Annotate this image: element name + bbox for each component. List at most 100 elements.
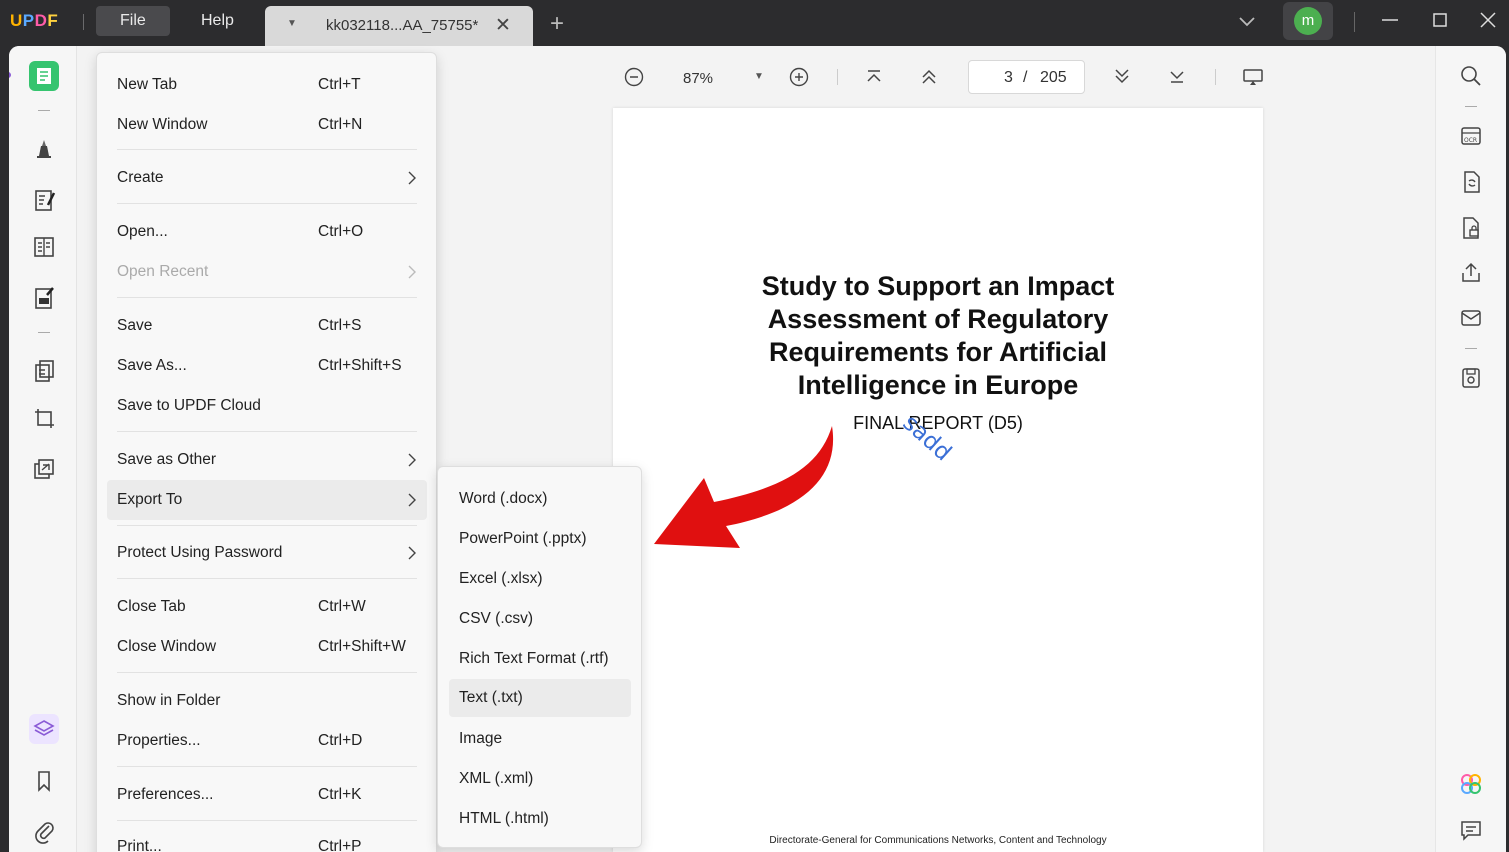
menu-item-save-to-cloud[interactable]: Save to UPDF Cloud bbox=[107, 386, 427, 426]
menu-item-label: New Tab bbox=[117, 76, 178, 93]
ai-assistant-icon[interactable] bbox=[1459, 772, 1483, 796]
menu-item-open[interactable]: Open... Ctrl+O bbox=[107, 212, 427, 252]
menu-item-show-in-folder[interactable]: Show in Folder bbox=[107, 681, 427, 721]
comment-icon[interactable] bbox=[1459, 818, 1483, 842]
menu-item-close-window[interactable]: Close Window Ctrl+Shift+W bbox=[107, 627, 427, 667]
menu-item-shortcut: Ctrl+O bbox=[318, 223, 364, 240]
form-icon[interactable] bbox=[29, 232, 59, 262]
menu-help[interactable]: Help bbox=[177, 6, 258, 36]
account-button[interactable]: m bbox=[1283, 2, 1333, 40]
menu-item-label: Print... bbox=[117, 838, 162, 852]
chevron-right-icon bbox=[408, 493, 416, 507]
menu-item-label: Open Recent bbox=[117, 263, 209, 280]
right-sidebar: OCR bbox=[1435, 46, 1506, 852]
slideshow-icon[interactable] bbox=[1242, 66, 1264, 88]
search-icon[interactable] bbox=[1459, 64, 1483, 88]
export-option-label: PowerPoint (.pptx) bbox=[459, 530, 587, 547]
new-tab-icon[interactable]: + bbox=[550, 10, 564, 38]
export-rtf[interactable]: Rich Text Format (.rtf) bbox=[449, 640, 631, 678]
menu-item-new-window[interactable]: New Window Ctrl+N bbox=[107, 105, 427, 145]
menu-item-close-tab[interactable]: Close Tab Ctrl+W bbox=[107, 587, 427, 627]
previous-page-icon[interactable] bbox=[918, 66, 940, 88]
menu-separator bbox=[117, 525, 417, 526]
chevron-down-icon[interactable] bbox=[1237, 11, 1257, 31]
next-page-icon[interactable] bbox=[1111, 65, 1133, 87]
export-word[interactable]: Word (.docx) bbox=[449, 480, 631, 518]
menu-item-shortcut: Ctrl+Shift+S bbox=[318, 357, 402, 374]
export-option-label: HTML (.html) bbox=[459, 810, 549, 827]
export-submenu: Word (.docx) PowerPoint (.pptx) Excel (.… bbox=[437, 466, 642, 848]
ocr-icon[interactable]: OCR bbox=[1459, 124, 1483, 148]
menu-file[interactable]: File bbox=[96, 6, 170, 36]
zoom-dropdown-icon[interactable]: ▼ bbox=[754, 71, 764, 82]
title-line: Intelligence in Europe bbox=[797, 370, 1079, 400]
pages-icon[interactable] bbox=[29, 356, 59, 386]
document-footer: Directorate-General for Communications N… bbox=[769, 835, 1107, 846]
menu-item-shortcut: Ctrl+P bbox=[318, 838, 362, 852]
edit-text-icon[interactable] bbox=[29, 185, 59, 215]
page-number-field[interactable]: 3 / 205 bbox=[968, 60, 1085, 94]
bookmark-icon[interactable] bbox=[29, 766, 59, 796]
tab-dropdown-icon[interactable]: ▼ bbox=[287, 18, 297, 29]
protect-icon[interactable] bbox=[1459, 216, 1483, 240]
export-option-label: Image bbox=[459, 730, 503, 747]
attachment-icon[interactable] bbox=[29, 816, 59, 846]
zoom-in-icon[interactable] bbox=[788, 66, 810, 88]
export-option-label: XML (.xml) bbox=[459, 770, 534, 787]
menu-separator bbox=[117, 672, 417, 673]
menu-item-open-recent[interactable]: Open Recent bbox=[107, 252, 427, 292]
menu-item-properties[interactable]: Properties... Ctrl+D bbox=[107, 721, 427, 761]
menu-item-save-as-other[interactable]: Save as Other bbox=[107, 440, 427, 480]
chevron-right-icon bbox=[408, 265, 416, 279]
mail-icon[interactable] bbox=[1459, 306, 1483, 330]
title-bar: UPDF File Help ▼ kk032118...AA_75755* ✕ … bbox=[0, 0, 1509, 46]
menu-separator bbox=[117, 820, 417, 821]
layers-icon[interactable] bbox=[29, 714, 59, 744]
file-menu: New Tab Ctrl+T New Window Ctrl+N Create Op… bbox=[96, 52, 437, 852]
menu-item-protect-password[interactable]: Protect Using Password bbox=[107, 533, 427, 573]
last-page-icon[interactable] bbox=[1166, 65, 1188, 87]
zoom-level[interactable]: 87% bbox=[683, 70, 713, 87]
menu-item-export-to[interactable]: Export To bbox=[107, 480, 427, 520]
zoom-out-icon[interactable] bbox=[623, 66, 645, 88]
menu-item-print[interactable]: Print... Ctrl+P bbox=[107, 827, 427, 852]
crop-icon[interactable] bbox=[29, 403, 59, 433]
convert-icon[interactable] bbox=[1459, 170, 1483, 194]
title-line: Assessment of Regulatory bbox=[767, 304, 1109, 334]
first-page-icon[interactable] bbox=[863, 66, 885, 88]
menu-item-shortcut: Ctrl+K bbox=[318, 786, 362, 803]
export-powerpoint[interactable]: PowerPoint (.pptx) bbox=[449, 520, 631, 558]
divider bbox=[1465, 106, 1477, 107]
export-image[interactable]: Image bbox=[449, 720, 631, 758]
menu-item-label: Close Window bbox=[117, 638, 217, 655]
menu-item-label: Save to UPDF Cloud bbox=[117, 397, 261, 414]
highlighter-icon[interactable] bbox=[29, 134, 59, 164]
export-html[interactable]: HTML (.html) bbox=[449, 800, 631, 838]
tab-close-icon[interactable]: ✕ bbox=[495, 14, 511, 37]
current-page[interactable]: 3 bbox=[1004, 69, 1013, 87]
menu-item-preferences[interactable]: Preferences... Ctrl+K bbox=[107, 775, 427, 815]
menu-item-save-as[interactable]: Save As... Ctrl+Shift+S bbox=[107, 346, 427, 386]
document-tab[interactable]: ▼ kk032118...AA_75755* ✕ bbox=[265, 6, 533, 46]
export-excel[interactable]: Excel (.xlsx) bbox=[449, 560, 631, 598]
menu-item-label: Create bbox=[117, 169, 164, 186]
menu-item-new-tab[interactable]: New Tab Ctrl+T bbox=[107, 65, 427, 105]
share-icon[interactable] bbox=[1459, 261, 1483, 285]
compress-icon[interactable] bbox=[29, 454, 59, 484]
reader-icon[interactable] bbox=[29, 61, 59, 91]
menu-item-create[interactable]: Create bbox=[107, 158, 427, 198]
save-icon[interactable] bbox=[1459, 366, 1483, 390]
avatar: m bbox=[1294, 7, 1322, 35]
export-xml[interactable]: XML (.xml) bbox=[449, 760, 631, 798]
menu-item-label: Protect Using Password bbox=[117, 544, 283, 561]
menu-item-label: Preferences... bbox=[117, 786, 214, 803]
export-csv[interactable]: CSV (.csv) bbox=[449, 600, 631, 638]
title-line: Requirements for Artificial bbox=[768, 337, 1108, 367]
divider bbox=[1215, 69, 1216, 85]
close-window-icon[interactable] bbox=[1476, 8, 1500, 32]
organize-icon[interactable] bbox=[29, 283, 59, 313]
minimize-icon[interactable] bbox=[1378, 8, 1402, 32]
export-text[interactable]: Text (.txt) bbox=[449, 679, 631, 717]
menu-item-save[interactable]: Save Ctrl+S bbox=[107, 306, 427, 346]
maximize-icon[interactable] bbox=[1428, 8, 1452, 32]
